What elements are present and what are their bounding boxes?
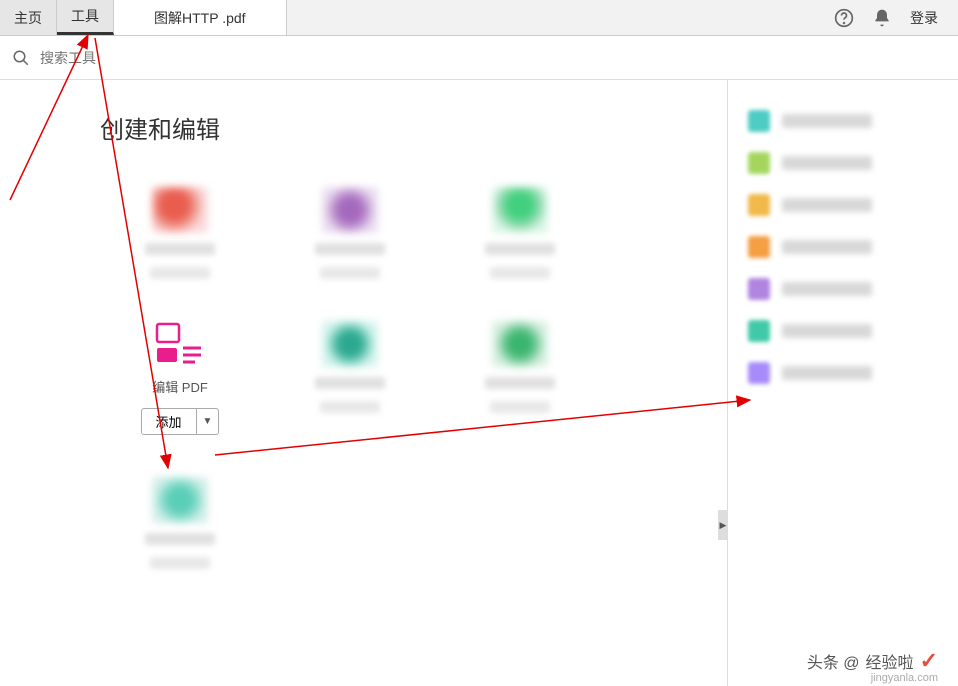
search-bar xyxy=(0,36,958,80)
side-icon-blur xyxy=(748,236,770,258)
side-icon-blur xyxy=(748,110,770,132)
tab-tools[interactable]: 工具 xyxy=(57,0,114,35)
tool-icon-blur xyxy=(322,187,378,233)
tool-item[interactable] xyxy=(100,475,260,569)
tab-home[interactable]: 主页 xyxy=(0,0,57,35)
tool-label: 编辑 PDF xyxy=(152,377,208,396)
add-button-label: 添加 xyxy=(142,409,197,434)
side-item[interactable] xyxy=(744,100,942,142)
search-input[interactable] xyxy=(40,50,946,66)
tool-label-blur xyxy=(145,533,215,545)
chevron-down-icon: ▼ xyxy=(197,413,219,430)
side-icon-blur xyxy=(748,362,770,384)
tool-label-blur xyxy=(145,243,215,255)
tool-icon-blur xyxy=(492,187,548,233)
tool-edit-pdf[interactable]: 编辑 PDF 添加 ▼ xyxy=(100,319,260,435)
watermark-site: jingyanla.com xyxy=(871,672,938,684)
side-icon-blur xyxy=(748,152,770,174)
bell-icon[interactable] xyxy=(872,8,892,28)
help-icon[interactable] xyxy=(834,8,854,28)
tool-sublabel-blur xyxy=(490,401,550,413)
side-label-blur xyxy=(782,114,872,128)
side-icon-blur xyxy=(748,320,770,342)
section-title: 创建和编辑 xyxy=(100,110,687,145)
search-icon xyxy=(12,49,30,67)
side-item[interactable] xyxy=(744,184,942,226)
tool-icon-blur xyxy=(152,477,208,523)
side-item[interactable] xyxy=(744,142,942,184)
main-area: 创建和编辑 xyxy=(0,80,958,686)
side-label-blur xyxy=(782,366,872,380)
tool-sublabel-blur xyxy=(320,401,380,413)
side-label-blur xyxy=(782,282,872,296)
tool-item[interactable] xyxy=(270,185,430,279)
tab-document[interactable]: 图解HTTP .pdf xyxy=(114,0,287,35)
tool-grid: 编辑 PDF 添加 ▼ xyxy=(100,185,687,569)
tool-label-blur xyxy=(315,377,385,389)
login-button[interactable]: 登录 xyxy=(910,8,938,28)
add-button[interactable]: 添加 ▼ xyxy=(141,408,220,435)
side-icon-blur xyxy=(748,194,770,216)
side-label-blur xyxy=(782,324,872,338)
tool-sublabel-blur xyxy=(320,267,380,279)
side-label-blur xyxy=(782,240,872,254)
tool-sublabel-blur xyxy=(150,557,210,569)
tool-label-blur xyxy=(315,243,385,255)
side-item[interactable] xyxy=(744,352,942,394)
tool-sublabel-blur xyxy=(490,267,550,279)
tool-icon-blur xyxy=(322,321,378,367)
edit-pdf-icon xyxy=(155,322,205,366)
side-item[interactable] xyxy=(744,310,942,352)
tool-item[interactable] xyxy=(440,319,600,435)
check-icon: ✓ xyxy=(920,648,938,674)
watermark: 头条 @ 经验啦 ✓ jingyanla.com xyxy=(807,648,938,674)
tool-sublabel-blur xyxy=(150,267,210,279)
side-item[interactable] xyxy=(744,226,942,268)
tool-item[interactable] xyxy=(270,319,430,435)
top-toolbar: 主页 工具 图解HTTP .pdf 登录 xyxy=(0,0,958,36)
watermark-prefix: 头条 @ xyxy=(807,649,860,673)
side-panel: ▶ xyxy=(728,80,958,686)
tool-icon-blur xyxy=(492,321,548,367)
side-icon-blur xyxy=(748,278,770,300)
side-item[interactable] xyxy=(744,268,942,310)
tool-label-blur xyxy=(485,377,555,389)
tools-content: 创建和编辑 xyxy=(0,80,728,686)
tool-label-blur xyxy=(485,243,555,255)
side-label-blur xyxy=(782,156,872,170)
watermark-name: 经验啦 xyxy=(866,649,914,673)
tool-icon-blur xyxy=(152,187,208,233)
collapse-handle-icon[interactable]: ▶ xyxy=(718,510,728,540)
side-label-blur xyxy=(782,198,872,212)
tool-item[interactable] xyxy=(100,185,260,279)
tool-item[interactable] xyxy=(440,185,600,279)
